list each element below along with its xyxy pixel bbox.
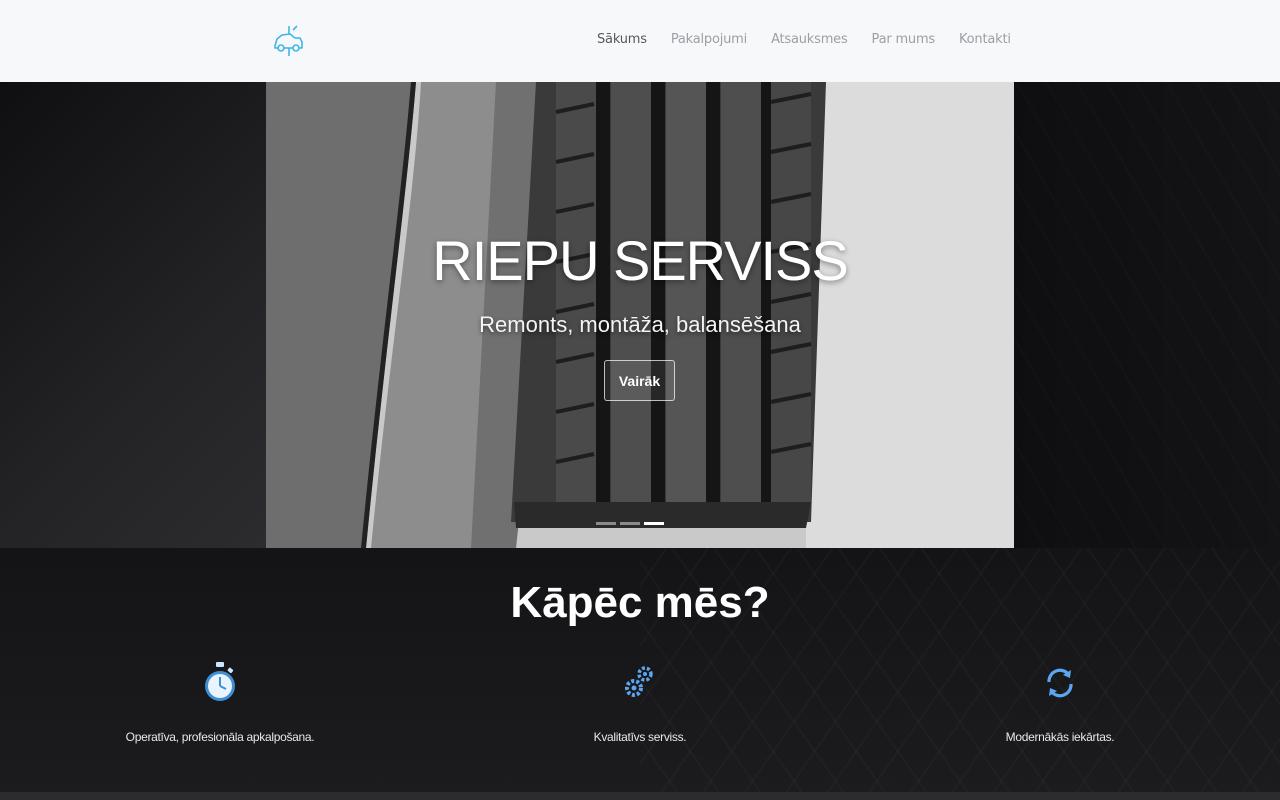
refresh-icon [1047, 668, 1073, 698]
why-us-title: Kāpēc mēs? [510, 578, 770, 627]
feature-text: Modernākās iekārtas. [1005, 730, 1115, 744]
feature-text: Kvalitatīvs serviss. [593, 730, 687, 744]
hero-title: RIEPU SERVISS [432, 229, 848, 292]
nav-link-par-mums[interactable]: Par mums [872, 32, 936, 47]
more-button[interactable]: Vairāk [604, 360, 675, 401]
section-divider [0, 792, 1280, 800]
nav-link-atsauksmes[interactable]: Atsauksmes [771, 32, 848, 47]
stopwatch-icon [205, 662, 235, 701]
feature-item: Modernākās iekārtas. [850, 660, 1270, 744]
carousel-indicator[interactable] [620, 522, 640, 525]
carousel-indicator-active[interactable] [644, 522, 664, 525]
feature-text: Operatīva, profesionāla apkalpošana. [125, 730, 315, 744]
hero-subtitle: Remonts, montāža, balansēšana [479, 312, 801, 337]
carousel-indicator[interactable] [596, 522, 616, 525]
feature-item: Operatīva, profesionāla apkalpošana. [10, 660, 430, 744]
car-wrench-icon[interactable] [270, 22, 308, 60]
nav-link-pakalpojumi[interactable]: Pakalpojumi [671, 32, 747, 47]
main-nav: Sākums Pakalpojumi Atsauksmes Par mums K… [597, 32, 1035, 47]
feature-item: Kvalitatīvs serviss. [430, 660, 850, 744]
nav-link-kontakti[interactable]: Kontakti [959, 32, 1011, 47]
carousel-indicators [596, 522, 664, 525]
navbar: Sākums Pakalpojumi Atsauksmes Par mums K… [0, 0, 1280, 82]
gears-icon [625, 666, 653, 697]
nav-link-sakums[interactable]: Sākums [597, 32, 647, 47]
